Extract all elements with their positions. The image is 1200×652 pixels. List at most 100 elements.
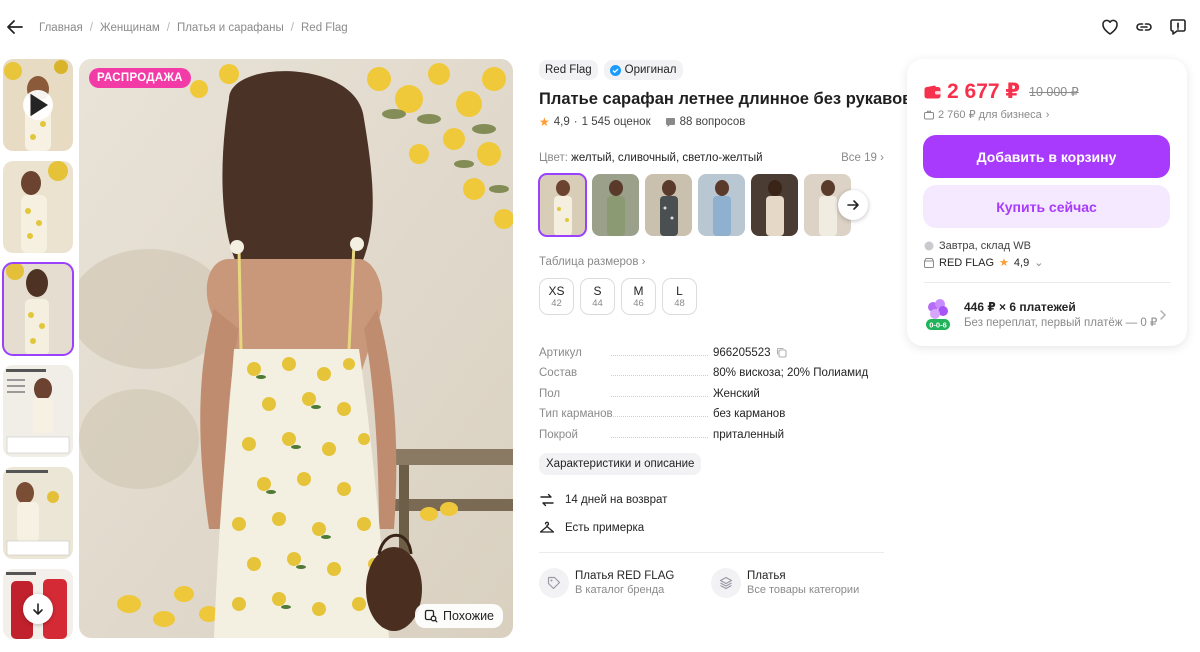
chevron-right-icon: › bbox=[880, 152, 884, 164]
spec-key: Покрой bbox=[539, 429, 713, 441]
delivery-info: Завтра, склад WB bbox=[924, 240, 1031, 252]
installment-offer[interactable]: 0-0-6 446 ₽ × 6 платежей Без переплат, п… bbox=[924, 295, 1171, 335]
category-link[interactable]: Платья Все товары категории bbox=[711, 567, 883, 598]
rating-value[interactable]: 4,9 bbox=[554, 116, 570, 128]
original-chip: Оригинал bbox=[603, 60, 683, 80]
delivery-label: Завтра, склад WB bbox=[939, 240, 1031, 252]
color-swatch[interactable] bbox=[592, 174, 639, 236]
breadcrumb-separator: / bbox=[166, 22, 170, 34]
heart-icon[interactable] bbox=[1100, 17, 1120, 37]
spec-key: Тип карманов bbox=[539, 408, 713, 420]
spec-value: Женский bbox=[713, 387, 760, 400]
old-price: 10 000 ₽ bbox=[1029, 85, 1079, 99]
size-option-m[interactable]: M 46 bbox=[621, 278, 656, 315]
breadcrumb-item-dresses[interactable]: Платья и сарафаны bbox=[177, 22, 284, 34]
category-title: Платья bbox=[747, 569, 786, 582]
thumbnail-size-chart[interactable] bbox=[3, 365, 73, 457]
product-info: Red Flag Оригинал Платье сарафан летнее … bbox=[538, 59, 913, 598]
installment-title: 446 ₽ × 6 платежей bbox=[964, 300, 1076, 314]
breadcrumb-separator: / bbox=[89, 22, 93, 34]
current-price: 2 677 ₽ bbox=[947, 80, 1020, 103]
warehouse-icon bbox=[924, 241, 934, 251]
spec-value: 966205523 bbox=[713, 347, 787, 359]
brand-catalog-link[interactable]: Платья RED FLAG В каталог бренда bbox=[539, 567, 711, 598]
color-swatches bbox=[538, 173, 884, 237]
breadcrumb: Главная / Женщинам / Платья и сарафаны /… bbox=[39, 22, 348, 34]
chevron-right-icon: › bbox=[1045, 108, 1050, 121]
size-table-link[interactable]: Таблица размеров › bbox=[539, 256, 884, 268]
add-to-cart-button[interactable]: Добавить в корзину bbox=[923, 135, 1170, 178]
divider bbox=[924, 282, 1171, 283]
thumbnail-strip bbox=[2, 59, 74, 639]
sale-badge: РАСПРОДАЖА bbox=[89, 68, 191, 88]
similar-button[interactable]: Похожие bbox=[414, 604, 503, 628]
buy-panel: 2 677 ₽ 10 000 ₽ 2 760 ₽ для бизнеса › Д… bbox=[907, 59, 1187, 346]
price-row: 2 677 ₽ 10 000 ₽ bbox=[924, 79, 1079, 104]
product-title: Платье сарафан летнее длинное без рукаво… bbox=[539, 90, 913, 108]
color-swatch[interactable] bbox=[751, 174, 798, 236]
report-icon[interactable] bbox=[1168, 17, 1188, 37]
top-bar: Главная / Женщинам / Платья и сарафаны /… bbox=[0, 0, 1200, 58]
breadcrumb-item-women[interactable]: Женщинам bbox=[100, 22, 160, 34]
rating-row: ★ 4,9 · 1 545 оценок 88 вопросов bbox=[539, 115, 884, 129]
characteristics-button[interactable]: Характеристики и описание bbox=[539, 452, 702, 475]
chevron-right-icon bbox=[1160, 310, 1167, 320]
spec-row: Артикул 966205523 bbox=[539, 338, 884, 359]
color-swatch-selected[interactable] bbox=[538, 173, 587, 237]
arrow-down-icon[interactable] bbox=[23, 594, 53, 624]
questions-icon bbox=[665, 117, 675, 127]
thumbnail-image[interactable] bbox=[3, 161, 73, 253]
buy-now-button[interactable]: Купить сейчас bbox=[923, 185, 1170, 228]
breadcrumb-item-brand[interactable]: Red Flag bbox=[301, 22, 348, 34]
color-row: Цвет: желтый, сливочный, светло-желтый В… bbox=[539, 152, 884, 164]
questions-count[interactable]: 88 вопросов bbox=[680, 116, 746, 128]
fitting-feature: Есть примерка bbox=[539, 520, 884, 536]
all-colors-label: Все 19 bbox=[841, 152, 877, 164]
color-swatch[interactable] bbox=[698, 174, 745, 236]
spec-key: Состав bbox=[539, 367, 713, 379]
spec-key: Артикул bbox=[539, 347, 713, 359]
arrow-right-icon[interactable] bbox=[838, 190, 868, 220]
spec-row: Пол Женский bbox=[539, 379, 884, 400]
link-icon[interactable] bbox=[1134, 17, 1154, 37]
catalog-links: Платья RED FLAG В каталог бренда Платья Вс… bbox=[539, 567, 884, 598]
thumbnail-video[interactable] bbox=[3, 59, 73, 151]
return-label: 14 дней на возврат bbox=[565, 493, 668, 506]
installment-subtitle: Без переплат, первый платёж — 0 ₽ bbox=[964, 317, 1158, 329]
specs-list: Артикул 966205523 Состав 80% вискоза; 20… bbox=[539, 338, 884, 441]
top-actions bbox=[1100, 17, 1188, 37]
breadcrumb-item-home[interactable]: Главная bbox=[39, 22, 83, 34]
verified-icon bbox=[609, 64, 621, 76]
business-price-link[interactable]: 2 760 ₽ для бизнеса › bbox=[924, 108, 1049, 121]
reviews-count[interactable]: 1 545 оценок bbox=[582, 116, 651, 128]
thumbnail-size-chart[interactable] bbox=[3, 467, 73, 559]
spec-key: Пол bbox=[539, 388, 713, 400]
main-product-photo[interactable]: РАСПРОДАЖА Похожие bbox=[79, 59, 513, 638]
back-arrow-icon[interactable] bbox=[6, 18, 24, 36]
seller-info[interactable]: RED FLAG ★ 4,9 ⌄ bbox=[924, 256, 1043, 269]
color-swatch[interactable] bbox=[645, 174, 692, 236]
chevron-right-icon: › bbox=[641, 256, 646, 268]
size-option-xs[interactable]: XS 42 bbox=[539, 278, 574, 315]
original-label: Оригинал bbox=[624, 64, 677, 76]
layers-icon bbox=[711, 567, 741, 598]
thumbnail-image-selected[interactable] bbox=[2, 262, 74, 356]
spec-row: Состав 80% вискоза; 20% Полиамид bbox=[539, 359, 884, 379]
size-option-s[interactable]: S 44 bbox=[580, 278, 615, 315]
copy-icon[interactable] bbox=[776, 347, 787, 358]
installment-badge-icon: 0-0-6 bbox=[926, 299, 950, 330]
brand-catalog-sub: В каталог бренда bbox=[575, 583, 665, 596]
all-colors-link[interactable]: Все 19 › bbox=[841, 152, 884, 164]
brand-chip[interactable]: Red Flag bbox=[539, 60, 598, 80]
spec-value: 80% вискоза; 20% Полиамид bbox=[713, 367, 869, 379]
hanger-icon bbox=[539, 521, 555, 533]
color-value: желтый, сливочный, светло-желтый bbox=[571, 152, 763, 164]
rating-dot: · bbox=[573, 116, 578, 128]
tag-icon bbox=[539, 567, 569, 598]
star-icon: ★ bbox=[539, 115, 550, 129]
brand-catalog-title: Платья RED FLAG bbox=[575, 569, 675, 582]
category-sub: Все товары категории bbox=[747, 583, 860, 596]
divider bbox=[539, 551, 884, 553]
size-option-l[interactable]: L 48 bbox=[662, 278, 697, 315]
svg-text:0-0-6: 0-0-6 bbox=[929, 321, 947, 330]
